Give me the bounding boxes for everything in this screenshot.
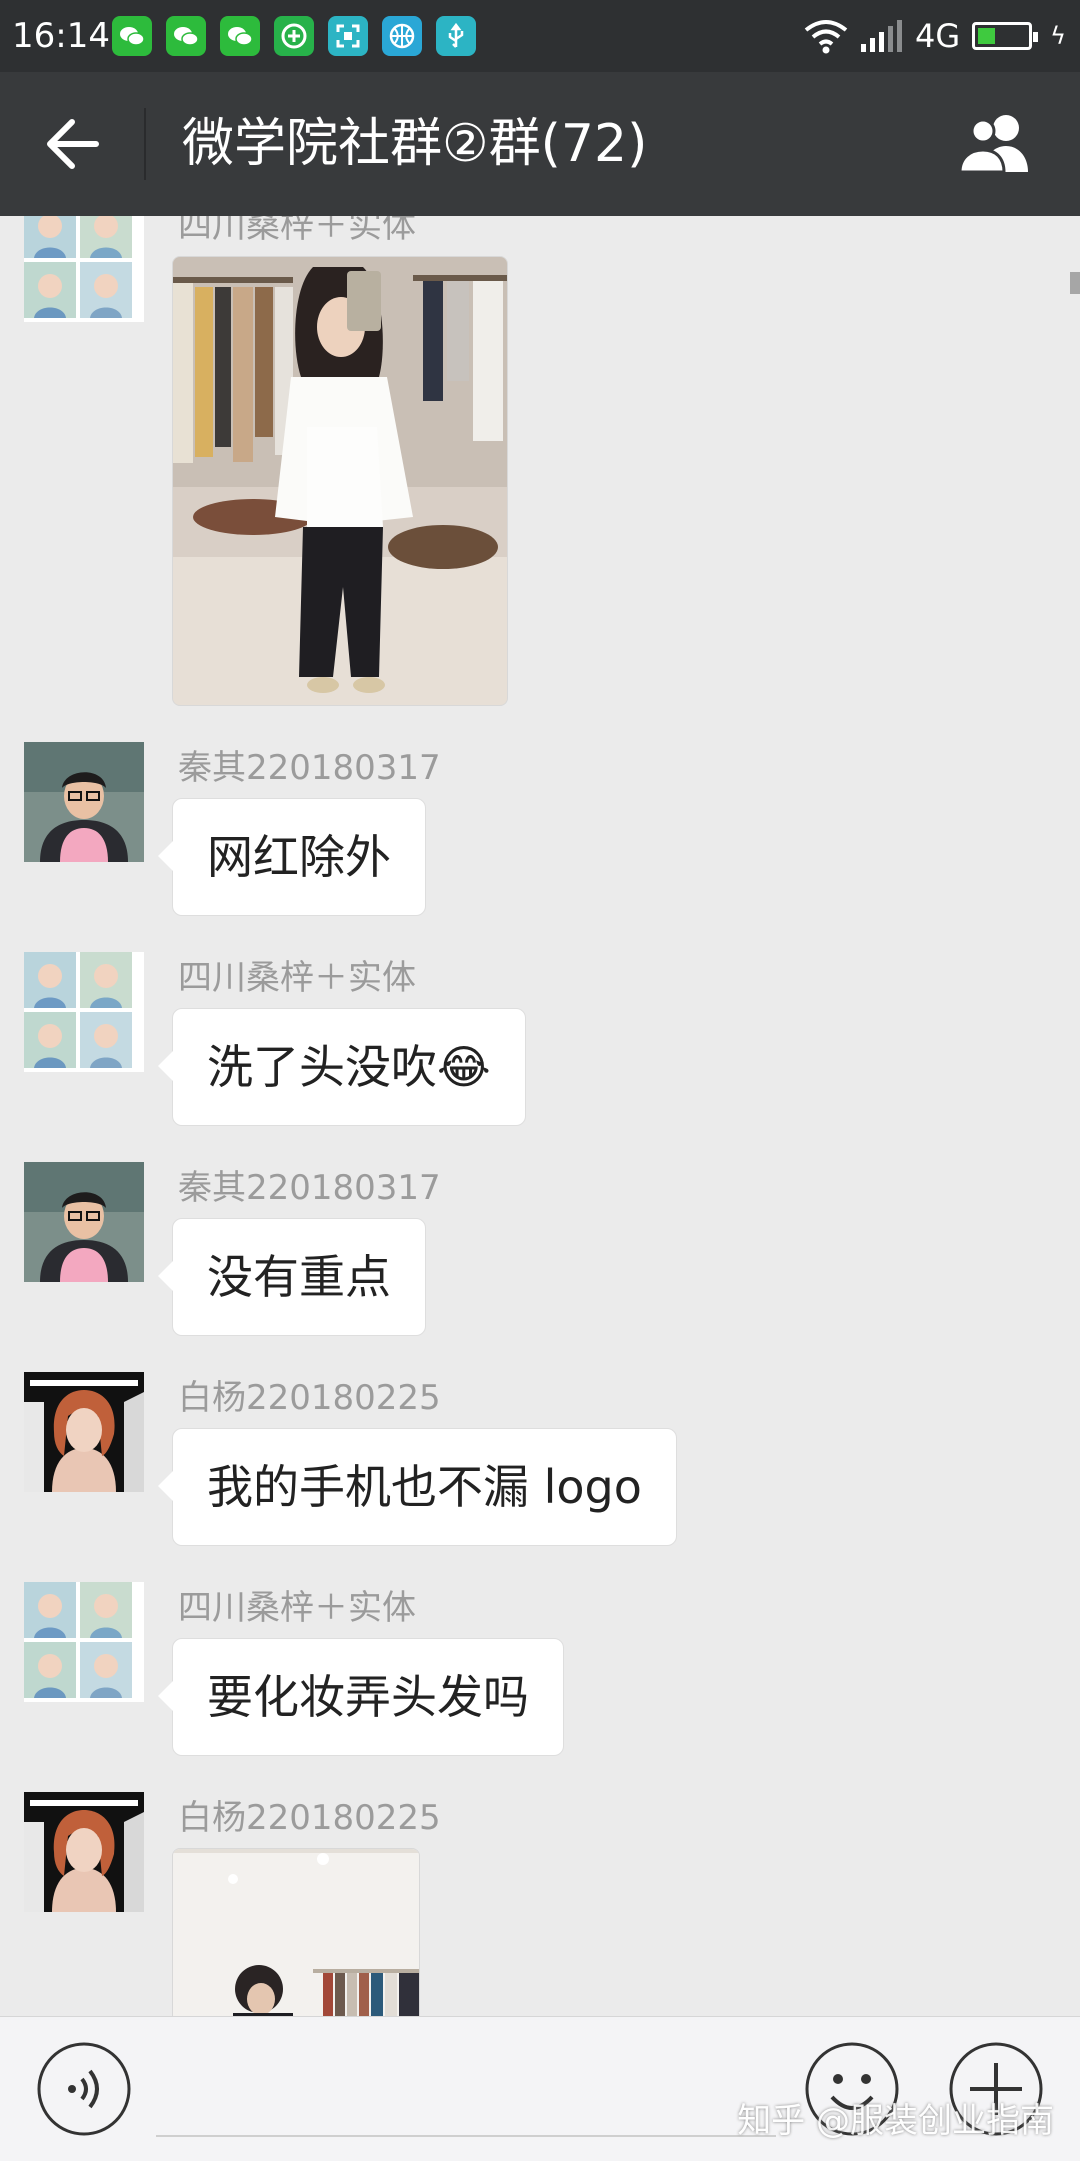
avatar[interactable]	[24, 216, 144, 322]
battery-icon	[972, 22, 1039, 50]
sender-name: 白杨220180225	[178, 1378, 441, 1418]
sender-name: 秦其220180317	[178, 748, 441, 788]
avatar[interactable]	[24, 952, 144, 1072]
add-circle-icon	[274, 16, 314, 56]
avatar[interactable]	[24, 742, 144, 862]
sender-name: 四川桑梓＋实体	[178, 958, 416, 998]
avatar[interactable]	[24, 1582, 144, 1702]
wechat-icon	[220, 16, 260, 56]
voice-button[interactable]	[36, 2041, 132, 2137]
status-time: 16:14	[12, 16, 110, 56]
message-bubble[interactable]: 网红除外	[158, 798, 426, 916]
message-input[interactable]	[156, 2135, 776, 2137]
scan-icon	[328, 16, 368, 56]
message-bubble[interactable]: 我的手机也不漏 logo	[158, 1428, 677, 1546]
sender-name: 白杨220180225	[178, 1798, 441, 1838]
sender-name: 秦其220180317	[178, 1168, 441, 1208]
chat-title: 微学院社群②群(72)	[182, 114, 648, 174]
avatar[interactable]	[24, 1792, 144, 1912]
network-type: 4G	[915, 17, 961, 55]
avatar[interactable]	[24, 1162, 144, 1282]
scrollbar[interactable]	[1070, 272, 1080, 294]
image-message[interactable]	[172, 256, 508, 706]
group-members-icon	[958, 115, 1028, 174]
sender-name: 四川桑梓＋实体	[178, 1588, 416, 1628]
status-bar: 16:14 4G ϟ	[0, 0, 1080, 72]
voice-icon	[37, 2042, 131, 2136]
input-bar: 知乎 @服装创业指南	[0, 2016, 1080, 2161]
message-bubble[interactable]: 没有重点	[158, 1218, 426, 1336]
image-message[interactable]	[172, 1848, 420, 2016]
wechat-icon	[112, 16, 152, 56]
chat-header: 微学院社群②群(72)	[0, 72, 1080, 216]
charging-icon: ϟ	[1050, 22, 1066, 50]
wifi-icon	[804, 20, 848, 54]
signal-icon	[861, 20, 902, 52]
watermark: 知乎 @服装创业指南	[737, 2101, 1054, 2141]
avatar[interactable]	[24, 1372, 144, 1492]
basketball-icon	[382, 16, 422, 56]
wechat-icon	[166, 16, 206, 56]
back-arrow-icon	[47, 119, 99, 169]
header-divider	[144, 108, 146, 180]
message-bubble[interactable]: 要化妆弄头发吗	[158, 1638, 564, 1756]
usb-icon	[436, 16, 476, 56]
group-members-button[interactable]	[956, 110, 1040, 178]
message-bubble[interactable]: 洗了头没吹😂	[158, 1008, 526, 1126]
message-list[interactable]: 四川桑梓＋实体 秦其220180317 网红除外 四川桑梓＋实体 洗了头没吹😂 …	[0, 216, 1080, 2016]
sender-name: 四川桑梓＋实体	[178, 216, 416, 246]
back-button[interactable]	[40, 112, 110, 176]
